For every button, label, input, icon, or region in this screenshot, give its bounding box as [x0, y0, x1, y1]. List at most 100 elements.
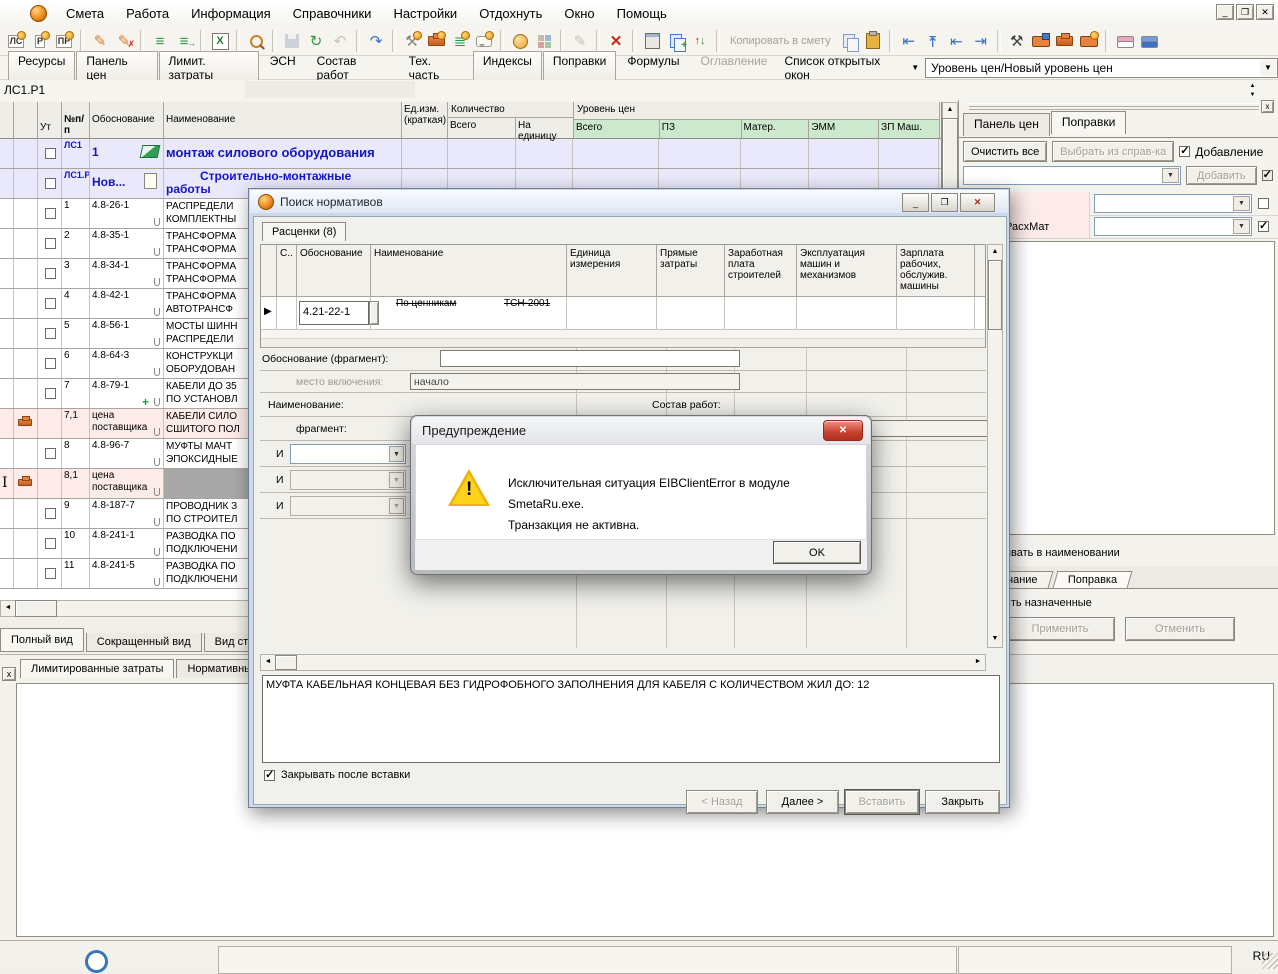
rates-column-header[interactable]: Единица измерения — [567, 245, 657, 296]
col-ut[interactable]: Ут — [38, 102, 62, 138]
correction-value-combobox[interactable]: ▼ — [1094, 217, 1252, 236]
row-checkbox[interactable] — [45, 568, 56, 579]
name-condition-combobox[interactable]: ▼ — [290, 496, 406, 516]
edit-row-icon[interactable]: ✎ — [568, 29, 592, 53]
window-close-button[interactable]: ✕ — [1256, 4, 1274, 20]
col-num[interactable]: №п/п — [62, 102, 90, 138]
chevron-down-icon[interactable]: ▼ — [1233, 196, 1250, 211]
rates-column-header[interactable]: Наименование — [371, 245, 567, 296]
insert-button[interactable]: Вставить — [845, 790, 919, 814]
warning-title-bar[interactable]: Предупреждение — [412, 417, 870, 444]
new-local-estimate-button[interactable]: ЛС — [4, 29, 28, 53]
copy-icon[interactable] — [837, 29, 861, 53]
col-unit[interactable]: Ед.изм. (краткая) — [402, 102, 448, 138]
col-price-level[interactable]: Уровень цен — [574, 102, 939, 120]
scrollbar-thumb[interactable] — [275, 655, 297, 670]
row-checkbox[interactable] — [45, 538, 56, 549]
bottom-panel-tab[interactable]: Лимитированные затраты — [20, 659, 174, 678]
menu-item[interactable]: Справочники — [282, 1, 383, 27]
justification-fragment-input[interactable] — [440, 350, 740, 367]
tree-move-icon[interactable]: ≡→ — [172, 29, 196, 53]
add-button[interactable]: Добавить — [1186, 166, 1257, 185]
panel-splitter[interactable] — [969, 103, 1259, 110]
scroll-left-icon[interactable]: ◄ — [1, 601, 15, 616]
indent-icon[interactable]: ⇥ — [969, 29, 993, 53]
resources-workers-icon[interactable] — [424, 29, 448, 53]
correction-checkbox[interactable] — [1258, 221, 1269, 232]
chevron-down-icon[interactable]: ▼ — [389, 446, 404, 462]
clear-all-button[interactable]: Очистить все — [963, 141, 1047, 162]
price-level-combobox[interactable]: Уровень цен/Новый уровень цен ▼ — [925, 58, 1278, 78]
window-maximize-button[interactable]: ❐ — [1236, 4, 1254, 20]
scrollbar-thumb[interactable] — [988, 260, 1002, 330]
row-checkbox[interactable] — [45, 208, 56, 219]
chevron-down-icon[interactable]: ▼ — [1162, 168, 1179, 183]
selected-rate-description[interactable]: МУФТА КАБЕЛЬНАЯ КОНЦЕВАЯ БЕЗ ГИДРОФОБНОГ… — [262, 675, 1000, 763]
row-checkbox[interactable] — [45, 178, 56, 189]
col-materials[interactable]: Матер. — [742, 120, 810, 138]
scrollbar-thumb[interactable] — [15, 600, 57, 617]
sort-arrows-icon[interactable]: ↑↓ — [688, 29, 712, 53]
table-row[interactable]: I ЛС1 1 + монтаж силового оборудования — [0, 139, 941, 169]
dialog-minimize-button[interactable]: _ — [902, 193, 929, 212]
row-checkbox[interactable] — [45, 298, 56, 309]
dialog-title-bar[interactable]: Поиск нормативов — [250, 190, 1008, 213]
edit-document-icon[interactable]: ✎ — [88, 29, 112, 53]
pick-from-reference-button[interactable]: Выбрать из справ-ка — [1052, 141, 1174, 162]
rates-row[interactable]: ▶ 4.21-22-1 По ценникам ТСН-2001 — [261, 297, 985, 330]
col-level-total[interactable]: Всего — [574, 120, 660, 138]
row-checkbox[interactable] — [45, 358, 56, 369]
norm-base-blue-icon[interactable] — [1137, 29, 1161, 53]
name-condition-combobox[interactable]: ▼ — [290, 470, 406, 490]
warning-close-button[interactable]: ✕ — [823, 420, 863, 441]
excel-export-icon[interactable]: X — [208, 29, 232, 53]
delete-document-icon[interactable]: ✎✗ — [112, 29, 136, 53]
add-option-checkbox[interactable] — [1262, 170, 1273, 181]
norm-base-pink-icon[interactable] — [1113, 29, 1137, 53]
add-document-icon[interactable]: + — [664, 29, 688, 53]
tree-structure-icon[interactable]: ≡ — [148, 29, 172, 53]
correction-value-combobox[interactable]: ▼ — [1094, 194, 1252, 213]
refresh-icon[interactable]: ↻ — [304, 29, 328, 53]
dialog-close-button[interactable]: ✕ — [960, 193, 995, 212]
undo-insert-icon[interactable]: ↷ — [364, 29, 388, 53]
menu-item[interactable]: Смета — [55, 1, 115, 27]
resources-comment-icon[interactable] — [472, 29, 496, 53]
rates-column-header[interactable]: С.. — [277, 245, 297, 296]
adding-checkbox[interactable] — [1179, 146, 1190, 157]
menu-item[interactable]: Работа — [115, 1, 180, 27]
scroll-up-icon[interactable]: ▲ — [943, 103, 957, 118]
row-checkbox[interactable] — [45, 328, 56, 339]
rates-column-header[interactable]: Эксплуатация машин и механизмов — [797, 245, 897, 296]
undo-icon[interactable]: ↶ — [328, 29, 352, 53]
scroll-left-icon[interactable]: ◄ — [261, 655, 275, 670]
paste-icon[interactable] — [861, 29, 885, 53]
dialog-maximize-button[interactable]: ❐ — [931, 193, 958, 212]
rates-column-header[interactable]: Обоснование — [297, 245, 371, 296]
taskbar-button[interactable] — [958, 946, 1232, 974]
window-minimize-button[interactable]: _ — [1216, 4, 1234, 20]
rates-column-header[interactable]: Зарплата рабочих, обслужив. машины — [897, 245, 975, 296]
scroll-down-icon[interactable]: ▼ — [988, 632, 1002, 647]
close-after-insert-checkbox[interactable] — [264, 770, 275, 781]
back-button[interactable]: < Назад — [686, 790, 758, 814]
close-icon[interactable]: x — [2, 667, 16, 681]
open-windows-dropdown[interactable]: Список открытых окон▼ — [778, 52, 925, 84]
menu-item[interactable]: Помощь — [606, 1, 678, 27]
new-subsection-button[interactable]: ПР — [52, 29, 76, 53]
calculator-icon[interactable] — [640, 29, 664, 53]
scroll-right-icon[interactable]: ► — [971, 655, 985, 670]
rates-column-header[interactable]: Заработная плата строителей — [725, 245, 797, 296]
row-checkbox[interactable] — [45, 508, 56, 519]
menu-item[interactable]: Отдохнуть — [468, 1, 553, 27]
dialog-vertical-scrollbar[interactable]: ▲ ▼ — [987, 244, 1003, 648]
supplier-icon[interactable] — [508, 29, 532, 53]
resources-works-icon[interactable]: ⚒ — [400, 29, 424, 53]
rates-column-header[interactable]: Прямые затраты — [657, 245, 725, 296]
rates-tab[interactable]: Расценки (8) — [262, 222, 346, 241]
justification-edit[interactable]: 4.21-22-1 — [299, 301, 369, 325]
apply-button[interactable]: Применить — [1005, 617, 1115, 641]
row-checkbox[interactable] — [45, 448, 56, 459]
delete-row-icon[interactable]: ✕ — [604, 29, 628, 53]
right-panel-tab[interactable]: Поправки — [1051, 111, 1126, 134]
